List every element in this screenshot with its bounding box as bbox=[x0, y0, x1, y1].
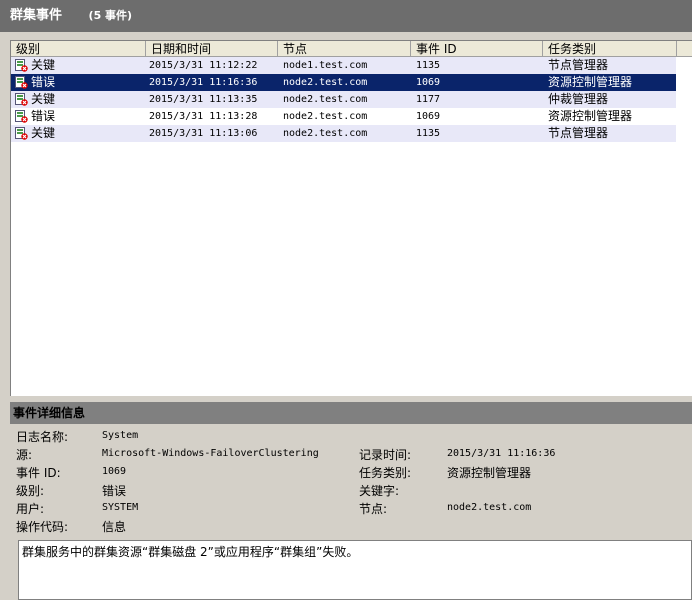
event-category: 节点管理器 bbox=[548, 58, 609, 72]
table-row[interactable]: 关键 2015/3/31 11:12:22 node1.test.com 113… bbox=[11, 57, 676, 74]
category-value: 资源控制管理器 bbox=[447, 466, 532, 480]
event-message: 群集服务中的群集资源“群集磁盘 2”或应用程序“群集组”失败。 bbox=[22, 545, 359, 559]
details-header: 事件详细信息 bbox=[10, 402, 692, 424]
logged-value: 2015/3/31 11:16:36 bbox=[447, 448, 556, 459]
event-count: (5 事件) bbox=[88, 9, 133, 22]
event-level: 错误 bbox=[31, 75, 56, 89]
critical-event-icon bbox=[15, 93, 28, 106]
level-label: 级别: bbox=[16, 484, 45, 498]
source-value: Microsoft-Windows-FailoverClustering bbox=[102, 448, 319, 459]
event-category: 节点管理器 bbox=[548, 126, 609, 140]
column-header-level[interactable]: 级别 bbox=[11, 41, 146, 57]
event-level: 错误 bbox=[31, 109, 56, 123]
event-id: 1177 bbox=[416, 94, 441, 105]
event-datetime: 2015/3/31 11:13:28 bbox=[149, 111, 258, 122]
column-headers: 级别 日期和时间 节点 事件 ID 任务类别 bbox=[11, 41, 692, 57]
node-label: 节点: bbox=[359, 502, 388, 516]
title-bar: 群集事件 (5 事件) bbox=[0, 0, 692, 32]
event-id: 1069 bbox=[416, 77, 441, 88]
table-row[interactable]: 关键 2015/3/31 11:13:35 node2.test.com 117… bbox=[11, 91, 676, 108]
event-id: 1135 bbox=[416, 60, 441, 71]
event-message-box[interactable]: 群集服务中的群集资源“群集磁盘 2”或应用程序“群集组”失败。 bbox=[18, 540, 692, 600]
log-name-label: 日志名称: bbox=[16, 430, 69, 444]
event-datetime: 2015/3/31 11:13:06 bbox=[149, 128, 258, 139]
event-id: 1135 bbox=[416, 128, 441, 139]
keywords-label: 关键字: bbox=[359, 484, 400, 498]
error-event-icon bbox=[15, 110, 28, 123]
error-event-icon bbox=[15, 76, 28, 89]
column-header-filler bbox=[677, 41, 692, 57]
event-id-value: 1069 bbox=[102, 466, 127, 477]
event-id: 1069 bbox=[416, 111, 441, 122]
event-category: 资源控制管理器 bbox=[548, 75, 633, 89]
level-value: 错误 bbox=[102, 484, 127, 498]
events-list[interactable]: 级别 日期和时间 节点 事件 ID 任务类别 关键 2015/3/31 11:1… bbox=[10, 40, 692, 396]
event-datetime: 2015/3/31 11:16:36 bbox=[149, 77, 258, 88]
logged-label: 记录时间: bbox=[359, 448, 412, 462]
log-name-value: System bbox=[102, 430, 139, 441]
source-label: 源: bbox=[16, 448, 33, 462]
event-datetime: 2015/3/31 11:13:35 bbox=[149, 94, 258, 105]
critical-event-icon bbox=[15, 127, 28, 140]
column-header-datetime[interactable]: 日期和时间 bbox=[146, 41, 278, 57]
event-node: node2.test.com bbox=[283, 128, 368, 139]
event-category: 仲裁管理器 bbox=[548, 92, 609, 106]
page-title: 群集事件 bbox=[10, 8, 63, 23]
event-node: node2.test.com bbox=[283, 111, 368, 122]
user-label: 用户: bbox=[16, 502, 45, 516]
event-node: node2.test.com bbox=[283, 94, 368, 105]
opcode-value: 信息 bbox=[102, 520, 127, 534]
event-level: 关键 bbox=[31, 92, 56, 106]
event-id-label: 事件 ID: bbox=[16, 466, 61, 480]
table-row[interactable]: 错误 2015/3/31 11:13:28 node2.test.com 106… bbox=[11, 108, 676, 125]
category-label: 任务类别: bbox=[359, 466, 412, 480]
event-category: 资源控制管理器 bbox=[548, 109, 633, 123]
node-value: node2.test.com bbox=[447, 502, 532, 513]
event-node: node2.test.com bbox=[283, 77, 368, 88]
column-header-event-id[interactable]: 事件 ID bbox=[411, 41, 543, 57]
event-level: 关键 bbox=[31, 58, 56, 72]
opcode-label: 操作代码: bbox=[16, 520, 69, 534]
event-level: 关键 bbox=[31, 126, 56, 140]
table-row[interactable]: 错误 2015/3/31 11:16:36 node2.test.com 106… bbox=[11, 74, 676, 91]
column-header-category[interactable]: 任务类别 bbox=[543, 41, 677, 57]
column-header-node[interactable]: 节点 bbox=[278, 41, 411, 57]
user-value: SYSTEM bbox=[102, 502, 139, 513]
event-node: node1.test.com bbox=[283, 60, 368, 71]
critical-event-icon bbox=[15, 59, 28, 72]
table-row[interactable]: 关键 2015/3/31 11:13:06 node2.test.com 113… bbox=[11, 125, 676, 142]
event-datetime: 2015/3/31 11:12:22 bbox=[149, 60, 258, 71]
